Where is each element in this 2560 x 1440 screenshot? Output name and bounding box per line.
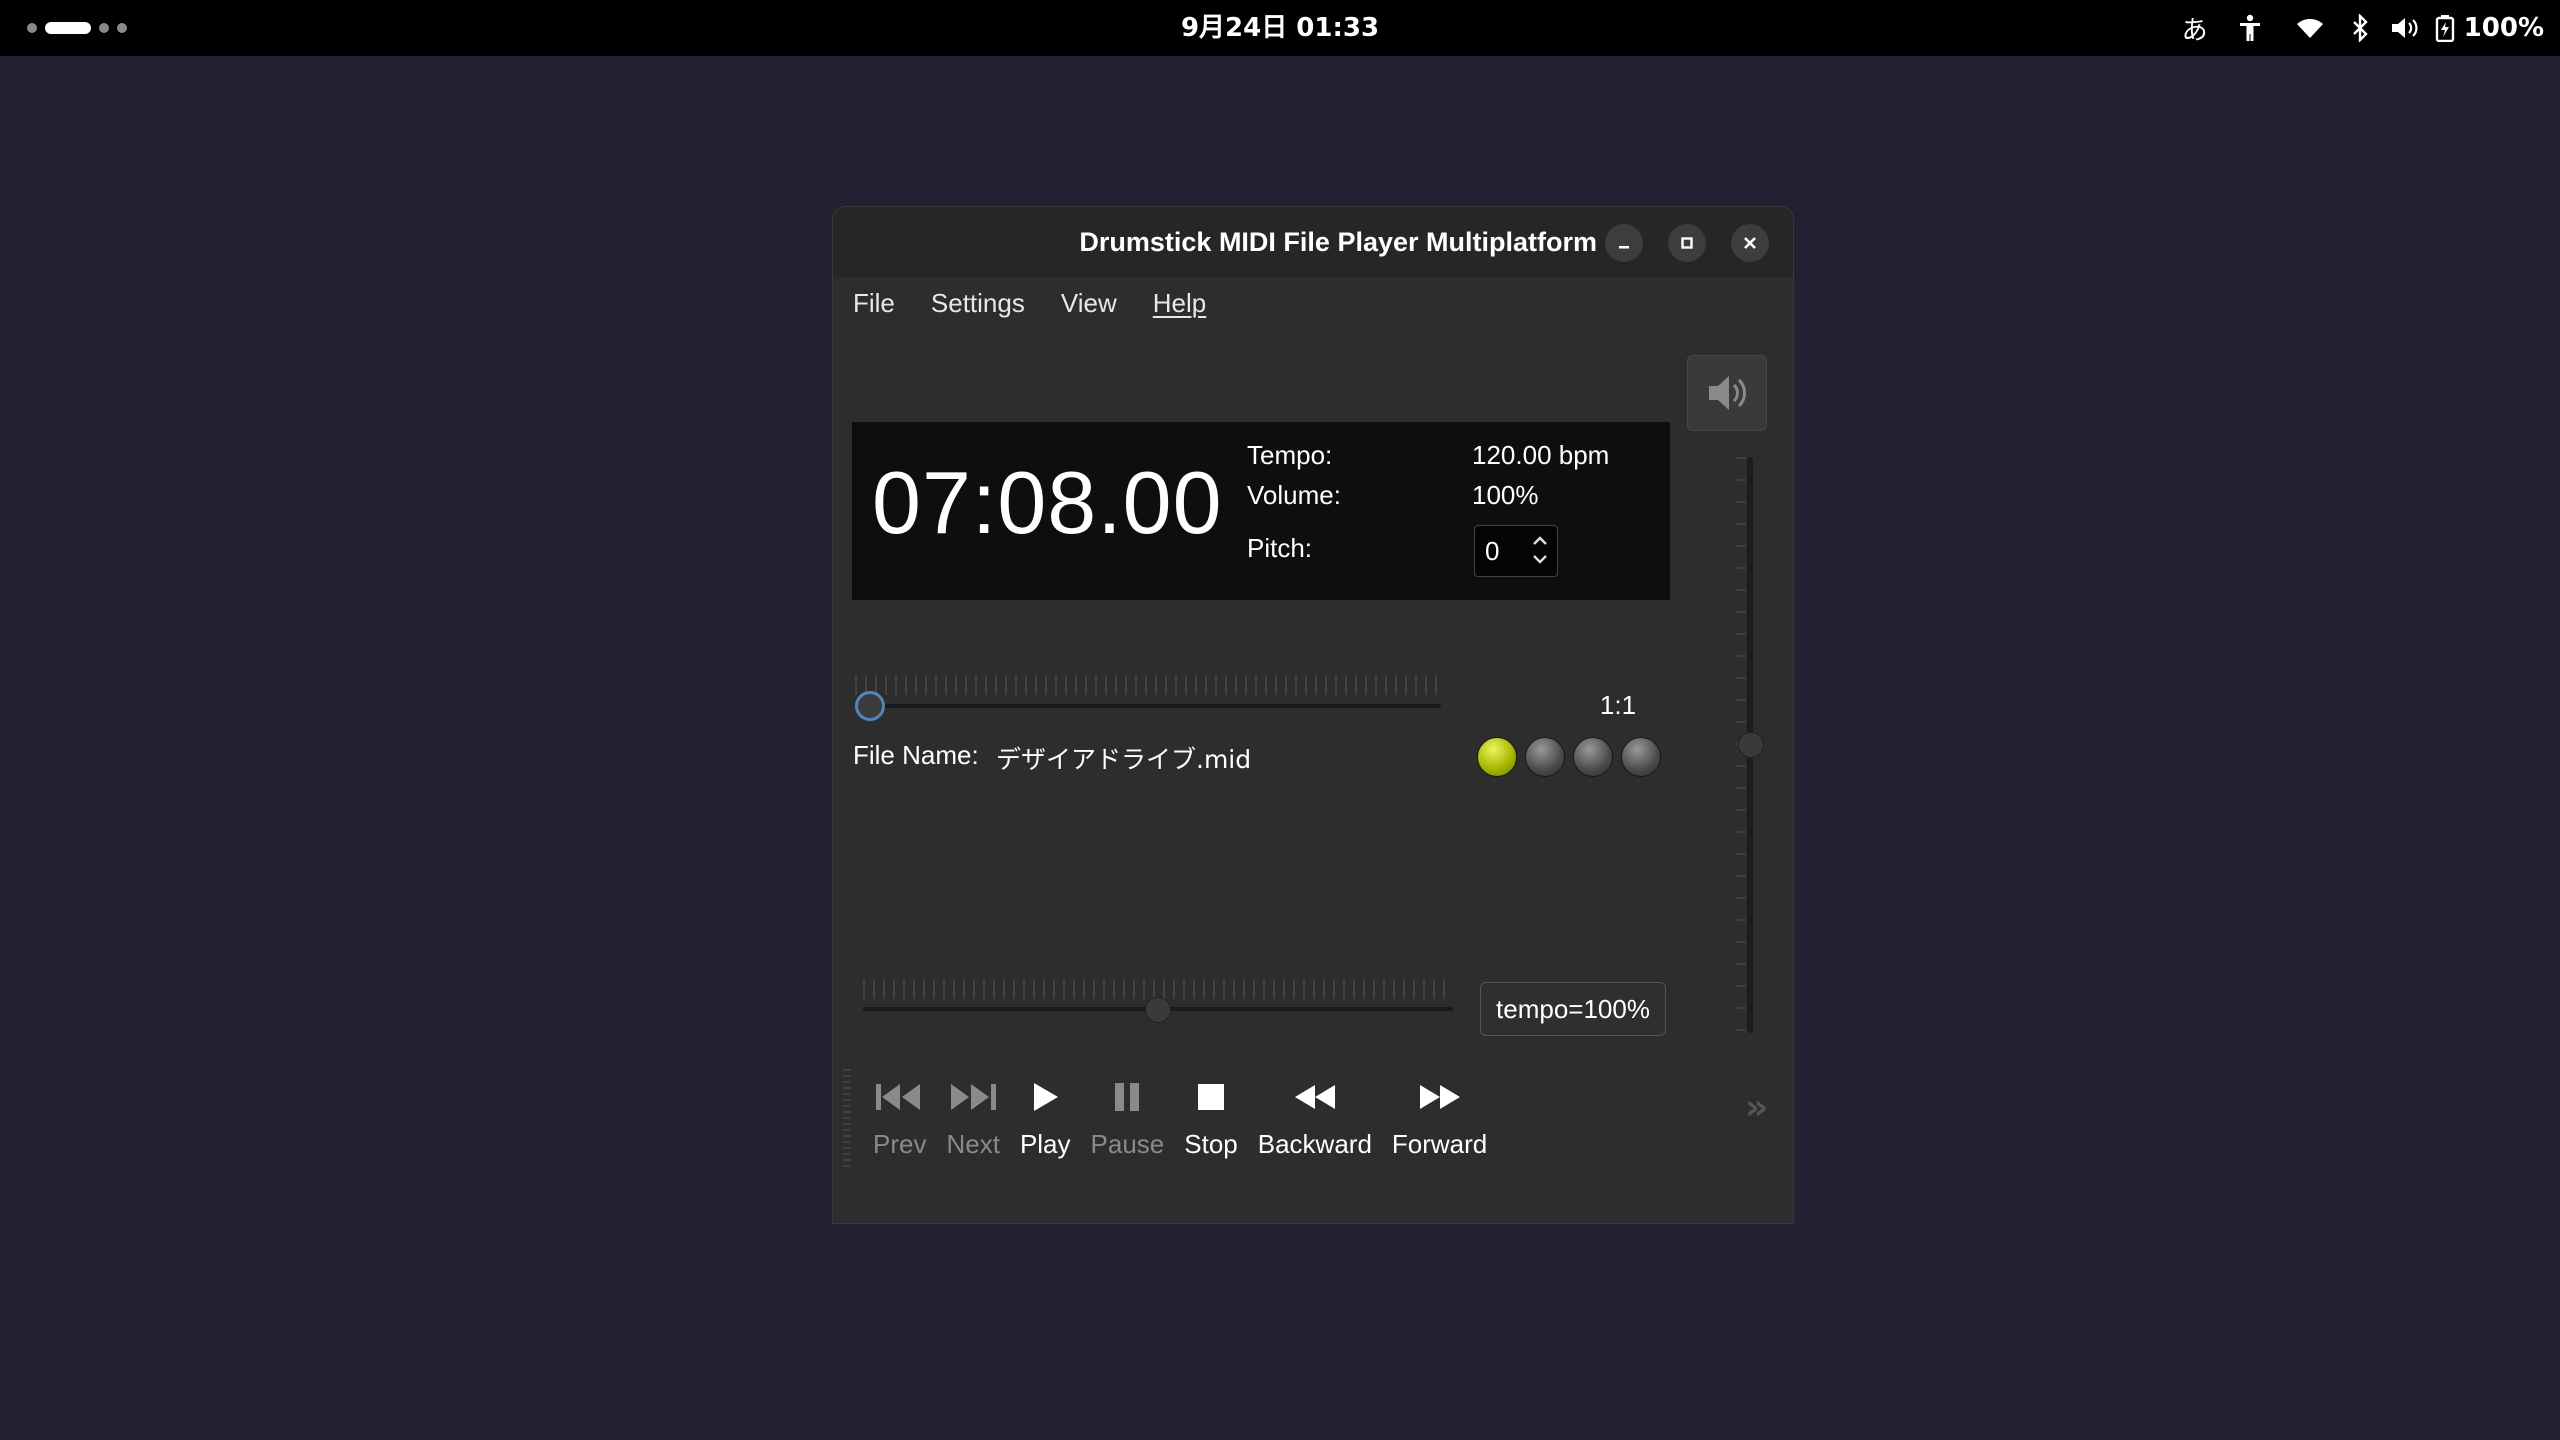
menu-file[interactable]: File bbox=[853, 288, 895, 319]
pitch-label: Pitch: bbox=[1247, 533, 1313, 563]
volume-slider[interactable] bbox=[1736, 457, 1766, 1033]
toolbar-button-label: Prev bbox=[873, 1129, 927, 1159]
volume-icon[interactable] bbox=[2380, 0, 2430, 56]
tempo-reset-button[interactable]: tempo=100% bbox=[1480, 982, 1666, 1036]
file-name-label: File Name: bbox=[853, 740, 979, 770]
volume-value: 100% bbox=[1472, 480, 1539, 510]
prev-button[interactable]: Prev bbox=[863, 1069, 936, 1179]
title-bar[interactable]: Drumstick MIDI File Player Multiplatform bbox=[833, 207, 1793, 277]
toolbar-button-label: Forward bbox=[1391, 1129, 1488, 1159]
pitch-value[interactable]: 0 bbox=[1485, 526, 1499, 576]
battery-icon[interactable] bbox=[2430, 0, 2460, 56]
play-icon bbox=[1028, 1069, 1062, 1125]
rewind-icon bbox=[1291, 1069, 1339, 1125]
bar-beat-indicator: 1:1 bbox=[1599, 690, 1637, 720]
pause-button[interactable]: Pause bbox=[1081, 1069, 1175, 1179]
close-button[interactable] bbox=[1731, 224, 1769, 262]
window-title: Drumstick MIDI File Player Multiplatform bbox=[1079, 227, 1597, 257]
menu-bar: File Settings View Help bbox=[833, 277, 1793, 329]
forward-button[interactable]: Forward bbox=[1382, 1069, 1497, 1179]
beat-led bbox=[1621, 737, 1661, 777]
time-display: 07:08.00 bbox=[872, 453, 1223, 552]
tempo-label: Tempo: bbox=[1247, 440, 1333, 470]
workspace-active-pill bbox=[45, 22, 91, 34]
toolbar-button-label: Stop bbox=[1184, 1129, 1238, 1159]
lcd-display: 07:08.00 Tempo: 120.00 bpm Volume: 100% … bbox=[852, 422, 1670, 600]
next-button[interactable]: Next bbox=[936, 1069, 1009, 1179]
backward-button[interactable]: Backward bbox=[1248, 1069, 1382, 1179]
activities-indicator[interactable] bbox=[27, 22, 127, 34]
stop-button[interactable]: Stop bbox=[1174, 1069, 1248, 1179]
workspace-dot bbox=[117, 23, 127, 33]
speaker-icon bbox=[1709, 376, 1746, 410]
mute-button[interactable] bbox=[1687, 355, 1767, 431]
beat-led bbox=[1525, 737, 1565, 777]
workspace-dot bbox=[27, 23, 37, 33]
toolbar-grip[interactable] bbox=[843, 1069, 851, 1169]
skip-back-icon bbox=[874, 1069, 926, 1125]
clock[interactable]: 9月24日 01:33 bbox=[1130, 0, 1430, 56]
spin-arrows-icon[interactable] bbox=[1529, 530, 1551, 574]
accessibility-icon[interactable] bbox=[2220, 0, 2280, 56]
battery-percentage[interactable]: 100% bbox=[2464, 13, 2544, 43]
app-window: Drumstick MIDI File Player Multiplatform… bbox=[832, 206, 1794, 1224]
menu-help[interactable]: Help bbox=[1153, 288, 1206, 319]
tempo-slider[interactable] bbox=[863, 977, 1453, 1023]
chevron-double-right-icon[interactable]: » bbox=[1745, 1087, 1768, 1128]
playback-toolbar: Prev Next Play Pause Stop Backward Forward bbox=[863, 1069, 1497, 1179]
workspace-dot bbox=[99, 23, 109, 33]
volume-label: Volume: bbox=[1247, 480, 1341, 510]
toolbar-button-label: Play bbox=[1019, 1129, 1071, 1159]
beat-leds bbox=[1477, 737, 1661, 777]
beat-led bbox=[1477, 737, 1517, 777]
toolbar-button-label: Backward bbox=[1257, 1129, 1372, 1159]
toolbar-button-label: Pause bbox=[1090, 1129, 1165, 1159]
stop-icon bbox=[1194, 1069, 1228, 1125]
minimize-button[interactable] bbox=[1605, 224, 1643, 262]
top-bar: 9月24日 01:33 あ 100% bbox=[0, 0, 2560, 56]
slider-groove bbox=[855, 704, 1441, 708]
toolbar-button-label: Next bbox=[946, 1129, 1000, 1159]
pitch-spinbox[interactable]: 0 bbox=[1474, 525, 1558, 577]
position-slider[interactable] bbox=[855, 675, 1441, 721]
file-name-value: デザイアドライブ.mid bbox=[996, 745, 1252, 774]
beat-led bbox=[1573, 737, 1613, 777]
maximize-button[interactable] bbox=[1668, 224, 1706, 262]
fast-forward-icon bbox=[1416, 1069, 1464, 1125]
bluetooth-icon[interactable] bbox=[2340, 0, 2380, 56]
system-tray[interactable]: あ 100% bbox=[2170, 0, 2544, 56]
position-slider-handle[interactable] bbox=[855, 691, 885, 721]
volume-slider-handle[interactable] bbox=[1738, 732, 1764, 758]
skip-forward-icon bbox=[947, 1069, 999, 1125]
menu-view[interactable]: View bbox=[1061, 288, 1117, 319]
slider-ticks bbox=[863, 979, 1453, 999]
slider-ticks bbox=[855, 675, 1441, 695]
wifi-icon[interactable] bbox=[2280, 0, 2340, 56]
pause-icon bbox=[1110, 1069, 1144, 1125]
tempo-slider-handle[interactable] bbox=[1145, 997, 1171, 1023]
input-method-icon[interactable]: あ bbox=[2170, 0, 2220, 56]
tempo-value: 120.00 bpm bbox=[1472, 440, 1610, 470]
play-button[interactable]: Play bbox=[1010, 1069, 1081, 1179]
menu-settings[interactable]: Settings bbox=[931, 288, 1025, 319]
